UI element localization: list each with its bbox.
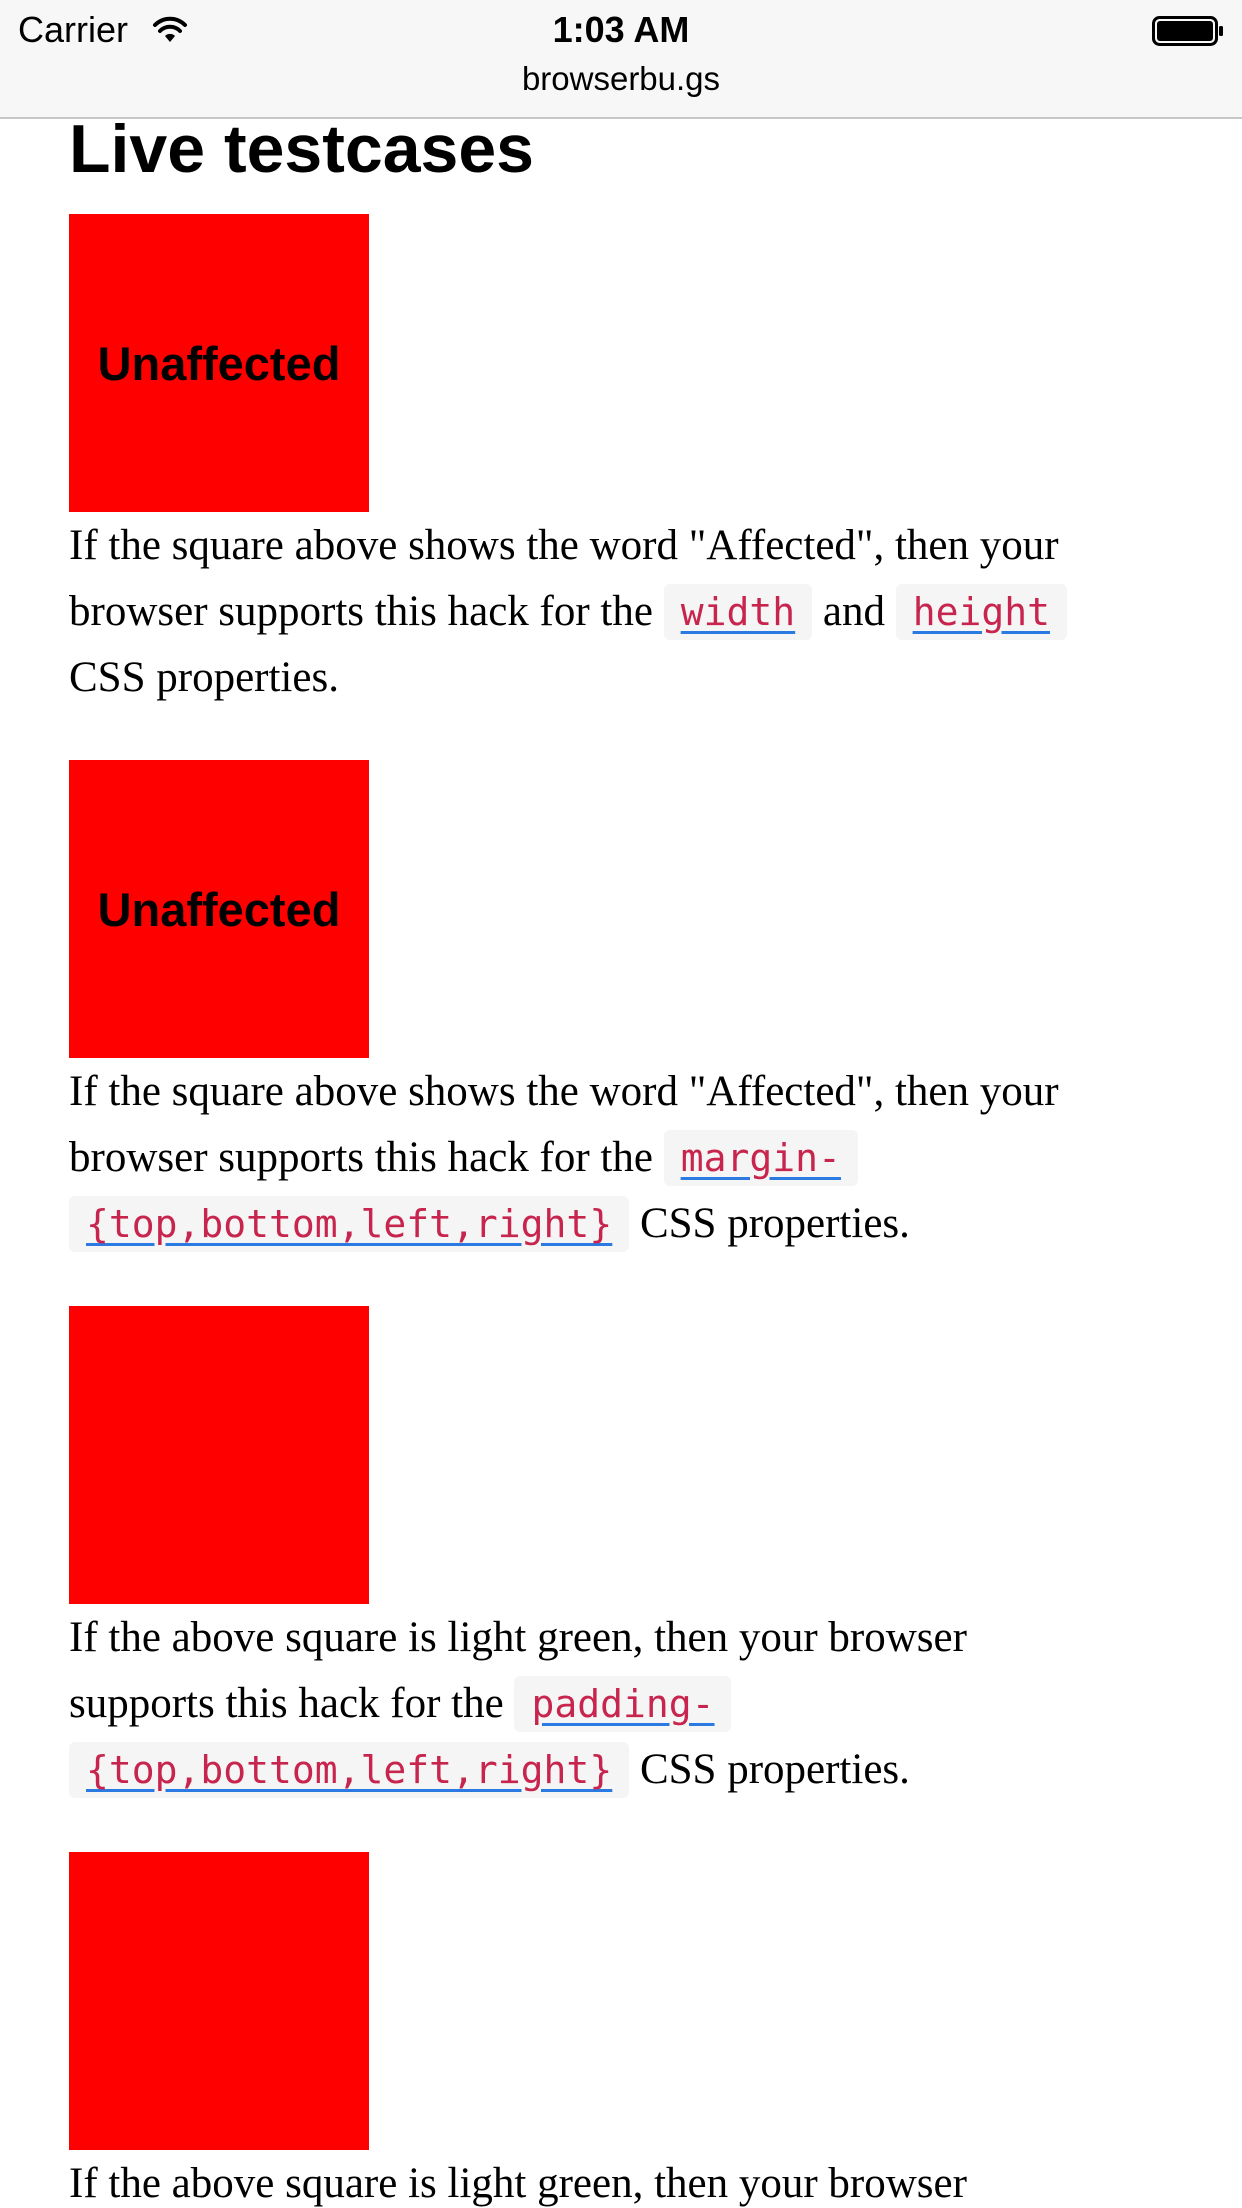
testcase-square-margin: Unaffected xyxy=(69,760,369,1058)
description-text: CSS properties. xyxy=(629,1200,910,1247)
link-height[interactable]: height xyxy=(913,590,1050,634)
code-link-width[interactable]: width xyxy=(663,584,813,640)
testcase-description-width-height: If the square above shows the word "Affe… xyxy=(69,513,1109,711)
testcase-square-width-height: Unaffected xyxy=(69,214,369,512)
testcase-square-4 xyxy=(69,1852,369,2150)
description-text: and xyxy=(812,588,896,635)
battery-full-icon xyxy=(1152,16,1224,46)
description-text: If the square above shows the word "Affe… xyxy=(69,1068,1059,1181)
description-text: CSS properties. xyxy=(629,1746,910,1793)
description-text: CSS properties. xyxy=(69,654,339,701)
testcase-description-margin: If the square above shows the word "Affe… xyxy=(69,1059,1109,1257)
description-text: If the above square is light green, then… xyxy=(69,2160,967,2207)
code-link-height[interactable]: height xyxy=(895,584,1067,640)
browser-chrome: Carrier 1:03 AM browserbu.gs xyxy=(0,0,1242,119)
address-bar-url[interactable]: browserbu.gs xyxy=(0,58,1242,100)
testcase-description-padding: If the above square is light green, then… xyxy=(69,1605,1109,1803)
testcase-description-4: If the above square is light green, then… xyxy=(69,2151,1109,2208)
link-width[interactable]: width xyxy=(681,590,795,634)
status-time: 1:03 AM xyxy=(552,9,690,50)
testcase-square-padding xyxy=(69,1306,369,1604)
